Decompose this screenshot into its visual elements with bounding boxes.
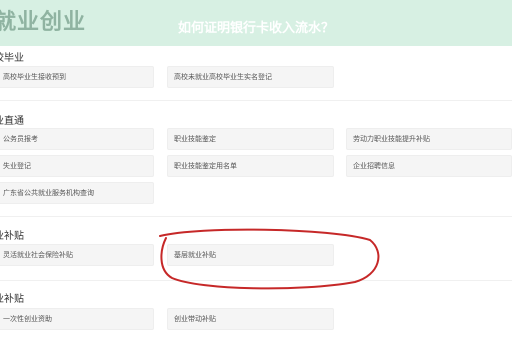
section-title-subsidy: 业补贴 xyxy=(0,231,24,242)
service-card[interactable]: 高校未就业高校毕业生实名登记 xyxy=(167,66,334,88)
section-divider xyxy=(0,100,512,101)
service-card[interactable]: 失业登记 xyxy=(0,155,154,177)
service-card[interactable]: 灵活就业社会保险补贴 xyxy=(0,244,154,266)
section-divider xyxy=(0,280,512,281)
service-card[interactable]: 职业技能鉴定用名单 xyxy=(167,155,334,177)
section-title-direct: 业直通 xyxy=(0,116,24,127)
service-card-highlighted[interactable]: 基层就业补贴 xyxy=(167,244,334,266)
service-card[interactable]: 职业技能鉴定 xyxy=(167,128,334,150)
service-card[interactable]: 公务员报考 xyxy=(0,128,154,150)
service-card[interactable]: 一次性创业资助 xyxy=(0,308,154,330)
service-card[interactable]: 企业招聘信息 xyxy=(346,155,512,177)
section-title-startup: 业补贴 xyxy=(0,294,24,305)
question-title: 如何证明银行卡收入流水？ xyxy=(177,21,334,36)
section-divider xyxy=(0,216,512,217)
service-card[interactable]: 高校毕业生接收预到 xyxy=(0,66,154,88)
service-card[interactable]: 劳动力职业技能提升补贴 xyxy=(346,128,512,150)
section-title-graduates: 校毕业 xyxy=(0,53,24,64)
service-card[interactable]: 广东省公共就业服务机构查询 xyxy=(0,182,154,204)
service-card[interactable]: 创业带动补贴 xyxy=(167,308,334,330)
header-bar: 就业创业 如何证明银行卡收入流水？ xyxy=(0,0,512,46)
